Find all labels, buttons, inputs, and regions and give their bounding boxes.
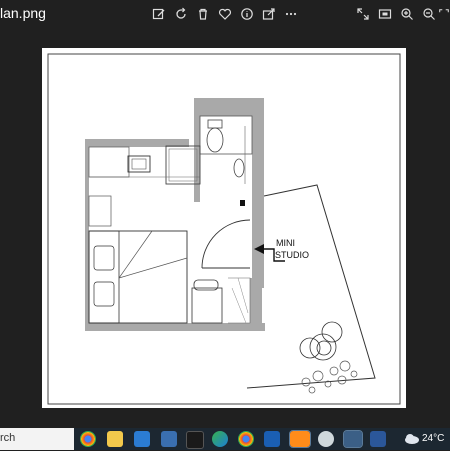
toilet — [206, 127, 224, 153]
zoom-in-icon[interactable] — [398, 5, 416, 23]
slideshow-icon[interactable] — [376, 5, 394, 23]
weather-cloud-icon — [405, 434, 419, 444]
media-player-icon[interactable] — [186, 431, 204, 449]
delete-icon[interactable] — [194, 5, 212, 23]
weather-temperature: 24°C — [422, 433, 445, 444]
image-canvas[interactable]: MINI STUDIO — [0, 28, 450, 420]
floor-plan-image: MINI STUDIO — [42, 48, 406, 408]
info-icon[interactable] — [238, 5, 256, 23]
bathroom-sink — [233, 158, 245, 178]
fullscreen-icon[interactable] — [438, 5, 450, 23]
door-swing — [201, 219, 251, 269]
app-icon[interactable] — [318, 431, 334, 447]
search-text: rch — [0, 432, 16, 444]
zoom-out-icon[interactable] — [420, 5, 438, 23]
photos-icon[interactable] — [343, 430, 363, 448]
edit-image-icon[interactable] — [150, 5, 168, 23]
pillow — [93, 245, 115, 271]
weather-widget[interactable]: 24°C — [404, 430, 444, 448]
chair — [193, 279, 219, 291]
kitchen-sink — [127, 155, 151, 173]
video-app-icon[interactable] — [161, 431, 177, 447]
toilet-cistern — [207, 119, 223, 129]
taskbar: rch 24°C — [0, 428, 450, 450]
edge-icon[interactable] — [212, 431, 228, 447]
title-bar: lan.png — [0, 0, 450, 28]
label-studio: STUDIO — [275, 250, 309, 260]
share-icon[interactable] — [260, 5, 278, 23]
internet-explorer-icon[interactable] — [289, 430, 311, 448]
rotate-icon[interactable] — [172, 5, 190, 23]
calendar-icon[interactable] — [134, 431, 150, 447]
label-mini: MINI — [276, 238, 295, 248]
chrome-icon[interactable] — [80, 431, 96, 447]
walls — [85, 98, 265, 331]
bed — [88, 230, 188, 324]
word-icon[interactable] — [370, 431, 386, 447]
window-title: lan.png — [0, 5, 46, 21]
desk — [191, 287, 223, 324]
more-icon[interactable] — [282, 5, 300, 23]
taskbar-search-box[interactable]: rch — [0, 428, 74, 450]
pillow — [93, 281, 115, 307]
file-explorer-icon[interactable] — [107, 431, 123, 447]
image-editor-icon[interactable] — [264, 431, 280, 447]
floor-plan-drawing: MINI STUDIO — [47, 53, 401, 405]
expand-icon[interactable] — [354, 5, 372, 23]
plants — [301, 360, 358, 394]
patio-furniture — [299, 321, 343, 361]
favorite-icon[interactable] — [216, 5, 234, 23]
chrome-icon[interactable] — [238, 431, 254, 447]
